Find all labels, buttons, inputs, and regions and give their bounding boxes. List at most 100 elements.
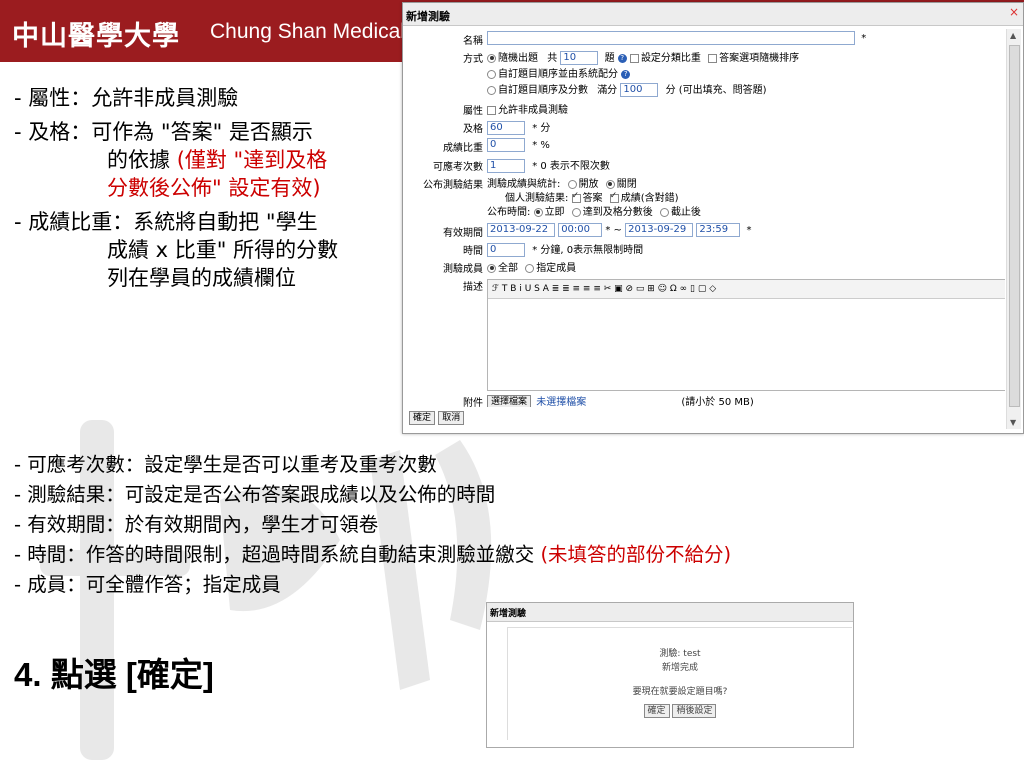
note-weight-cont-2: 列在學員的成績欄位 (107, 266, 296, 290)
shuffle-answers-label: 答案選項隨機排序 (719, 53, 800, 64)
attach-note: (請小於 50 MB) (681, 397, 754, 407)
member-all-radio[interactable] (487, 263, 496, 273)
period-start-time-input[interactable]: 00:00 (558, 223, 603, 237)
publish-after-end-label: 截止後 (670, 207, 701, 218)
method-custom-score-label: 自訂題目順序及分數 (498, 85, 588, 96)
pass-unit: * 分 (532, 123, 551, 134)
publish-after-end-radio[interactable] (659, 207, 669, 217)
name-field-wrap: * (487, 31, 866, 45)
period-end-date-input[interactable]: 2013-09-29 (625, 223, 694, 237)
dialog2-body: 測驗: test 新增完成 要現在就要設定題目嗎? 確定 稍後設定 (507, 627, 852, 740)
close-icon[interactable]: × (1009, 5, 1019, 19)
logo-english: Chung Shan Medical (210, 20, 405, 43)
period-end-time-input[interactable]: 23:59 (696, 223, 741, 237)
shuffle-answers-checkbox[interactable] (708, 53, 718, 63)
note-time: - 時間：作答的時間限制，超過時間系統自動結束測驗並繳交 (未填答的部份不給分) (14, 540, 731, 570)
allow-nonmember-label: 允許非成員測驗 (498, 105, 568, 116)
logo-chinese: 中山醫學大學 (12, 21, 180, 52)
publish-after-pass-radio[interactable] (571, 207, 581, 217)
member-select-radio[interactable] (525, 263, 535, 273)
note-pass-head: - 及格：可作為 "答案" 是否顯示 (14, 120, 313, 144)
question-count-input[interactable]: 10 (560, 51, 599, 65)
attempts-note: * 0 表示不限次數 (532, 161, 610, 172)
new-quiz-dialog: 新增測驗 × 名稱 * 方式 隨機出題 共 10 題 ? 設定分類比重 答案選項… (402, 2, 1024, 434)
method-opt2: 自訂題目順序並由系統配分 ? (487, 65, 631, 80)
note-time-text: - 時間：作答的時間限制，超過時間系統自動結束測驗並繳交 (14, 543, 535, 566)
attribute-field: 允許非成員測驗 (487, 101, 568, 116)
result-line-3: 公布時間: 立即 達到及格分數後 截止後 (487, 203, 701, 218)
quiz-created-dialog: 新增測驗 測驗: test 新增完成 要現在就要設定題目嗎? 確定 稍後設定 (486, 602, 854, 748)
note-pass-basis: 的依據 (107, 148, 170, 172)
weight-input[interactable]: 0 (487, 138, 525, 152)
note-attribute: - 屬性：允許非成員測驗 (14, 86, 239, 110)
pass-input[interactable]: 60 (487, 121, 525, 135)
member-field: 全部 指定成員 (487, 259, 576, 274)
choose-file-button[interactable]: 選擇檔案 (487, 395, 532, 407)
period-start-date-input[interactable]: 2013-09-22 (487, 223, 555, 237)
time-input[interactable]: 0 (487, 243, 525, 257)
dialog-scrollbar[interactable]: ▲ ▼ (1006, 29, 1021, 429)
name-input[interactable] (487, 31, 855, 45)
scroll-down-icon[interactable]: ▼ (1010, 418, 1016, 427)
weight-label: 成績比重 (443, 143, 483, 154)
category-weight-checkbox[interactable] (629, 53, 639, 63)
name-required: * (861, 33, 867, 44)
attempts-input[interactable]: 1 (487, 159, 525, 173)
step-instruction: 4. 點選 [確定] (14, 656, 214, 693)
allow-nonmember-checkbox[interactable] (487, 105, 496, 115)
note-pass-cont: 的依據 (僅對 "達到及格 (14, 146, 406, 174)
note-result: - 測驗結果：可設定是否公布答案跟成績以及公佈的時間 (14, 483, 496, 506)
result-label: 公布測驗結果 (423, 180, 483, 191)
later-button[interactable]: 稍後設定 (672, 704, 717, 718)
period-fields: 2013-09-22 00:00 * ~ 2013-09-29 23:59 * (487, 223, 752, 237)
created-message: 新增完成 (661, 663, 698, 673)
note-time-red: (未填答的部份不給分) (540, 543, 732, 566)
note-weight-cont-1: 成績 x 比重" 所得的分數 (107, 238, 339, 262)
attempts-field: 1 * 0 表示不限次數 (487, 157, 610, 173)
result-answer-checkbox[interactable] (571, 191, 581, 203)
note-pass-red-1: (僅對 "達到及格 (176, 148, 328, 172)
member-select-label: 指定成員 (536, 263, 577, 274)
period-required: * (746, 225, 752, 236)
method-custom-score-radio[interactable] (487, 85, 496, 95)
name-label: 名稱 (463, 36, 483, 47)
method-custom-auto-radio[interactable] (487, 69, 496, 79)
no-file-label: 未選擇檔案 (536, 397, 587, 407)
attach-label: 附件 (463, 398, 483, 407)
full-score-unit: 分 (可出填充、問答題) (665, 85, 767, 96)
result-score-checkbox[interactable] (609, 191, 619, 203)
method-opt3: 自訂題目順序及分數 滿分 100 分 (可出填充、問答題) (487, 81, 767, 97)
feature-notes-left: - 屬性：允許非成員測驗 - 及格：可作為 "答案" 是否顯示 的依據 (僅對 … (14, 84, 406, 298)
category-weight-label: 設定分類比重 (640, 53, 701, 64)
ok-button[interactable]: 確定 (409, 411, 436, 425)
result-open-radio[interactable] (567, 179, 577, 189)
period-label: 有效期間 (443, 228, 483, 239)
note-pass-red-2: 分數後公佈" 設定有效) (107, 176, 321, 200)
dialog-titlebar: 新增測驗 × (403, 3, 1023, 26)
publish-now-radio[interactable] (533, 207, 543, 217)
description-label: 描述 (463, 282, 483, 293)
time-label: 時間 (463, 246, 483, 257)
result-close-radio[interactable] (605, 179, 615, 189)
weight-unit: * % (532, 140, 550, 151)
note-member: - 成員：可全體作答；指定成員 (14, 573, 281, 596)
confirm-button[interactable]: 確定 (643, 704, 670, 718)
cancel-button[interactable]: 取消 (438, 411, 465, 425)
full-score-input[interactable]: 100 (620, 83, 659, 97)
question-count-unit: 題 (604, 53, 615, 64)
scroll-thumb[interactable] (1009, 45, 1020, 407)
method-random-radio[interactable] (487, 53, 496, 63)
full-score-label: 滿分 (597, 85, 618, 96)
feature-notes-bottom: - 可應考次數：設定學生是否可以重考及重考次數 - 測驗結果：可設定是否公布答案… (14, 450, 731, 600)
time-field: 0 * 分鐘, 0表示無限制時間 (487, 241, 643, 257)
help-icon[interactable]: ? (621, 69, 631, 79)
pass-field: 60 * 分 (487, 119, 550, 135)
dialog2-title: 新增測驗 (490, 609, 527, 619)
result-line-1: 測驗成績與統計: 開放 關閉 (487, 175, 637, 190)
dialog-form: 名稱 * 方式 隨機出題 共 10 題 ? 設定分類比重 答案選項隨機排序 自訂… (405, 27, 1005, 407)
editor-toolbar[interactable]: ℱ T B i U S A ≣ ≣ ≡ ≡ ≡ ✂ ▣ ⊘ ▭ ⊞ ☺ Ω ∞ … (488, 280, 1005, 299)
note-weight: - 成績比重：系統將自動把 "學生 成績 x 比重" 所得的分數 列在學員的成績… (14, 208, 406, 292)
description-editor[interactable]: ℱ T B i U S A ≣ ≣ ≡ ≡ ≡ ✂ ▣ ⊘ ▭ ⊞ ☺ Ω ∞ … (487, 279, 1005, 391)
scroll-up-icon[interactable]: ▲ (1010, 31, 1016, 40)
help-icon[interactable]: ? (617, 53, 627, 63)
